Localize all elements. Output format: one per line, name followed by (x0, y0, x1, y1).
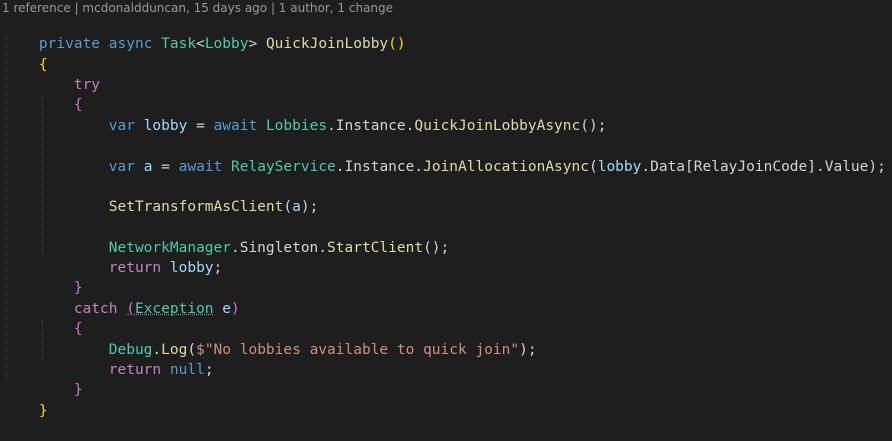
code-line-start-client[interactable]: NetworkManager.Singleton.StartClient(); (4, 218, 450, 256)
code-line-try-close-brace[interactable]: } (4, 258, 83, 296)
ws (257, 36, 266, 52)
ws (161, 362, 170, 378)
paren-close: ) (231, 301, 240, 317)
semicolon: ; (213, 260, 223, 276)
variable-lobby: lobby (169, 260, 214, 276)
string-literal: $"No lobbies available to quick join" (196, 342, 520, 358)
code-editor[interactable]: 1 reference | mcdonaldduncan, 15 days ag… (0, 0, 892, 419)
type-relay-service: RelayService (231, 159, 336, 175)
method-call: QuickJoinLobbyAsync (414, 118, 581, 134)
property-instance: Instance (335, 118, 406, 134)
index-open: [ (685, 159, 694, 175)
keyword-var: var (108, 118, 135, 134)
type-task: Task (161, 36, 197, 52)
paren-pair: () (388, 36, 406, 52)
variable-e: e (222, 301, 232, 317)
dot: . (230, 240, 240, 256)
keyword-var: var (108, 159, 135, 175)
call-open: ( (283, 199, 293, 215)
call-end: (); (580, 118, 607, 134)
call-end: ); (519, 342, 537, 358)
ws (100, 36, 109, 52)
ws (152, 36, 161, 52)
keyword-return: return (108, 362, 162, 378)
method-call: JoinAllocationAsync (423, 159, 589, 175)
dot: . (327, 118, 336, 134)
property-value: Value (824, 159, 869, 175)
code-line-debug-log[interactable]: Debug.Log($"No lobbies available to quic… (4, 320, 537, 358)
code-line-join-allocation[interactable]: var a = await RelayService.Instance.Join… (4, 137, 886, 175)
variable-a: a (292, 199, 301, 215)
constant-relay-join-code: RelayJoinCode (693, 159, 808, 175)
type-exception: Exception (134, 301, 214, 317)
code-line-try-open-brace[interactable]: { (4, 75, 83, 113)
code-line-set-transform[interactable]: SetTransformAsClient(a); (4, 177, 319, 215)
keyword-async: async (108, 36, 153, 52)
ws (118, 301, 127, 317)
call-open: ( (588, 159, 598, 175)
method-name: QuickJoinLobby (265, 36, 389, 52)
type-lobby: Lobby (204, 36, 249, 52)
call-end: ); (868, 159, 886, 175)
ws (135, 118, 144, 134)
variable-lobby: lobby (597, 159, 642, 175)
property-instance: Instance (344, 159, 415, 175)
keyword-await: await (213, 118, 258, 134)
assign-op: = (152, 159, 179, 175)
method-call: SetTransformAsClient (108, 199, 284, 215)
dot: . (335, 159, 345, 175)
dot: . (414, 159, 424, 175)
code-line-return-null[interactable]: return null; (4, 340, 214, 378)
ws (135, 159, 144, 175)
code-line-try[interactable]: try (4, 55, 100, 93)
dot: . (641, 159, 651, 175)
property-singleton: Singleton (239, 240, 319, 256)
generic-open: < (196, 36, 205, 52)
property-data: Data (650, 159, 686, 175)
ws (214, 301, 223, 317)
assign-op: = (187, 118, 214, 134)
code-line-catch[interactable]: catch (Exception e) (4, 279, 240, 317)
type-lobbies: Lobbies (265, 118, 328, 134)
brace-close: } (73, 382, 83, 398)
call-end: ); (300, 199, 319, 215)
paren-open: ( (126, 301, 135, 317)
dot: . (318, 240, 328, 256)
semicolon: ; (204, 362, 214, 378)
variable-lobby: lobby (143, 118, 188, 134)
ws (257, 118, 266, 134)
ws (222, 159, 231, 175)
code-line-close-brace[interactable]: } (4, 381, 48, 419)
call-end: (); (423, 240, 450, 256)
code-line-catch-close-brace[interactable]: } (4, 360, 83, 398)
index-close: ]. (807, 159, 825, 175)
keyword-null: null (169, 362, 205, 378)
code-line-quick-join[interactable]: var lobby = await Lobbies.Instance.Quick… (4, 96, 607, 134)
code-line-method-signature[interactable]: private async Task<Lobby> QuickJoinLobby… (4, 14, 406, 52)
code-line-open-brace[interactable]: { (4, 35, 48, 73)
keyword-await: await (178, 159, 223, 175)
code-line-catch-open-brace[interactable]: { (4, 299, 83, 337)
code-line-return-lobby[interactable]: return lobby; (4, 238, 223, 276)
ws (161, 260, 170, 276)
keyword-private: private (38, 36, 101, 52)
method-call: StartClient (327, 240, 424, 256)
brace-close: } (38, 403, 48, 419)
keyword-return: return (108, 260, 162, 276)
generic-close: > (248, 36, 258, 52)
